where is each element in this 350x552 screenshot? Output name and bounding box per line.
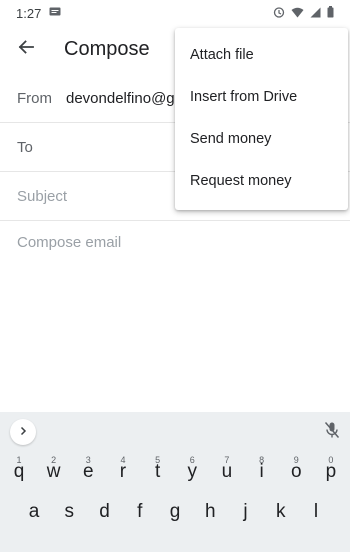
chevron-right-icon [18, 423, 28, 441]
keyboard-toolbar [0, 412, 350, 452]
from-value[interactable]: devondelfino@gm [66, 90, 187, 107]
keyboard: 1q 2w 3e 4r 5t 6y 7u 8i 9o 0p a s d f g … [0, 412, 350, 552]
key-l[interactable]: l [300, 492, 332, 532]
keyboard-row-2: a s d f g h j k l [0, 492, 350, 532]
key-k[interactable]: k [265, 492, 297, 532]
mic-off-icon [324, 421, 340, 443]
key-o[interactable]: 9o [280, 452, 312, 492]
page-title: Compose [64, 37, 150, 60]
keyboard-row-1: 1q 2w 3e 4r 5t 6y 7u 8i 9o 0p [0, 452, 350, 492]
menu-item-request-money[interactable]: Request money [175, 160, 348, 202]
subject-placeholder: Subject [17, 187, 68, 205]
status-time: 1:27 [16, 5, 42, 21]
key-w[interactable]: 2w [38, 452, 70, 492]
mic-off-button[interactable] [324, 421, 340, 444]
back-button[interactable] [0, 26, 52, 72]
menu-item-insert-from-drive[interactable]: Insert from Drive [175, 76, 348, 118]
key-p[interactable]: 0p [315, 452, 347, 492]
key-i[interactable]: 8i [246, 452, 278, 492]
key-r[interactable]: 4r [107, 452, 139, 492]
key-f[interactable]: f [124, 492, 156, 532]
compose-body-placeholder: Compose email [17, 234, 122, 251]
key-h[interactable]: h [194, 492, 226, 532]
signal-icon [310, 6, 321, 21]
key-g[interactable]: g [159, 492, 191, 532]
key-j[interactable]: j [230, 492, 262, 532]
to-label: To [17, 138, 33, 156]
key-e[interactable]: 3e [72, 452, 104, 492]
compose-body-field[interactable]: Compose email [17, 234, 121, 251]
key-u[interactable]: 7u [211, 452, 243, 492]
alarm-icon [273, 6, 285, 21]
menu-item-attach-file[interactable]: Attach file [175, 34, 348, 76]
status-right [273, 5, 334, 21]
key-d[interactable]: d [89, 492, 121, 532]
message-notification-icon [49, 6, 61, 21]
overflow-menu: Attach file Insert from Drive Send money… [175, 28, 348, 210]
menu-item-send-money[interactable]: Send money [175, 118, 348, 160]
key-t[interactable]: 5t [142, 452, 174, 492]
key-s[interactable]: s [53, 492, 85, 532]
key-a[interactable]: a [18, 492, 50, 532]
arrow-back-icon [17, 38, 35, 61]
battery-icon [327, 5, 334, 21]
keyboard-expand-button[interactable] [10, 419, 36, 445]
key-y[interactable]: 6y [176, 452, 208, 492]
wifi-icon [291, 6, 304, 21]
status-left: 1:27 [16, 6, 61, 21]
key-q[interactable]: 1q [3, 452, 35, 492]
status-bar: 1:27 [0, 0, 350, 26]
from-label: From [17, 89, 52, 107]
